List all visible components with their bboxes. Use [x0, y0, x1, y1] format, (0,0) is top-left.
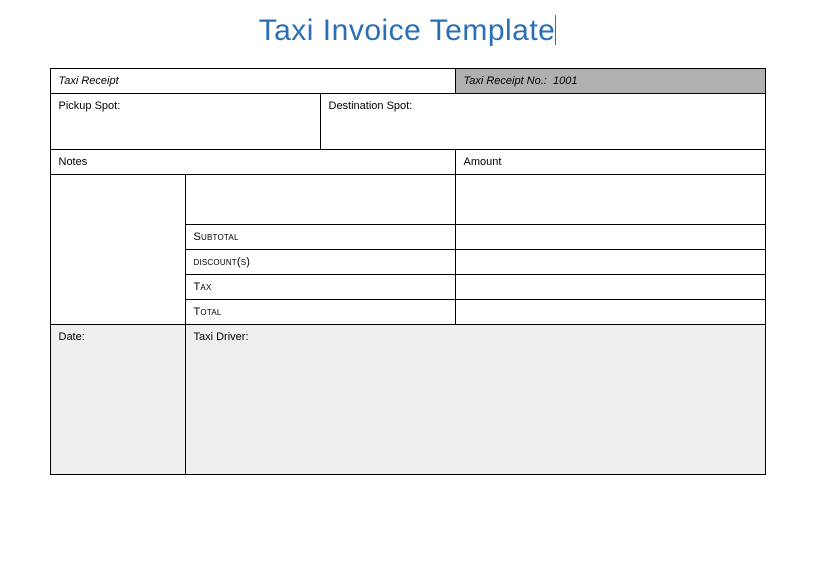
amount-header: Amount [464, 156, 502, 168]
document-title: Taxi Invoice Template [0, 0, 815, 68]
amount-header-cell: Amount [455, 150, 765, 175]
receipt-label: Taxi Receipt [59, 75, 119, 87]
empty-amount-cell [455, 175, 765, 225]
total-value-cell [455, 300, 765, 325]
destination-label: Destination Spot: [329, 100, 413, 112]
receipt-label-cell: Taxi Receipt [50, 69, 455, 94]
date-cell: Date: [50, 325, 185, 475]
driver-label: Taxi Driver: [194, 331, 249, 343]
notes-header: Notes [59, 156, 88, 168]
receipt-no-value: 1001 [553, 75, 577, 87]
total-label: Total [194, 306, 222, 318]
driver-cell: Taxi Driver: [185, 325, 765, 475]
discounts-label-cell: discount(s) [185, 250, 455, 275]
invoice-table: Taxi Receipt Taxi Receipt No.: 1001 Pick… [50, 68, 766, 475]
notes-body-cell [50, 175, 185, 325]
pickup-label: Pickup Spot: [59, 100, 121, 112]
destination-spot-cell: Destination Spot: [320, 94, 765, 150]
subtotal-label-cell: Subtotal [185, 225, 455, 250]
subtotal-value-cell [455, 225, 765, 250]
empty-line-cell [185, 175, 455, 225]
date-label: Date: [59, 331, 85, 343]
tax-value-cell [455, 275, 765, 300]
tax-label-cell: Tax [185, 275, 455, 300]
notes-header-cell: Notes [50, 150, 455, 175]
pickup-spot-cell: Pickup Spot: [50, 94, 320, 150]
discounts-value-cell [455, 250, 765, 275]
title-text: Taxi Invoice Template [259, 14, 556, 47]
subtotal-label: Subtotal [194, 231, 239, 243]
discounts-label: discount(s) [194, 256, 251, 268]
text-cursor [555, 15, 556, 45]
receipt-no-label: Taxi Receipt No.: [464, 75, 547, 87]
total-label-cell: Total [185, 300, 455, 325]
receipt-no-cell: Taxi Receipt No.: 1001 [455, 69, 765, 94]
tax-label: Tax [194, 281, 212, 293]
